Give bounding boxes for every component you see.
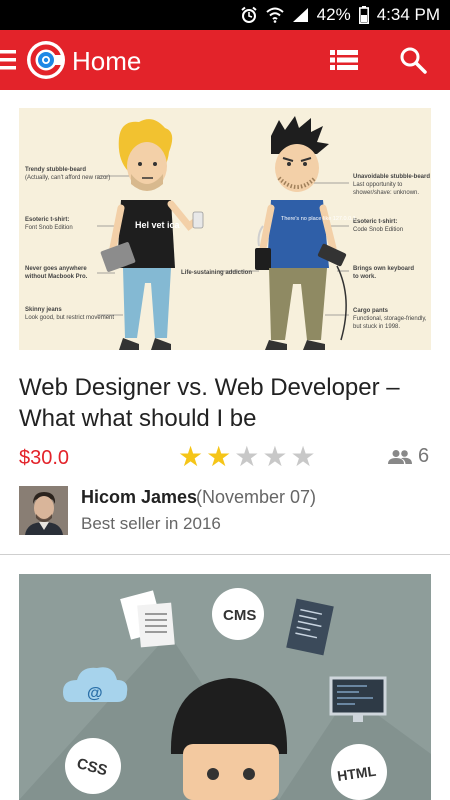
star-icon: ★ [234,441,260,472]
list-view-icon[interactable] [330,48,358,72]
ann-center: Life-sustaining addiction [181,270,252,276]
people-icon [388,449,412,464]
clock: 4:34 PM [376,5,440,24]
status-bar: 42% 4:34 PM [0,0,450,30]
ann-left-2: (Actually, can't afford new razor) [25,175,110,181]
alarm-icon [241,6,257,23]
ann-left-8: Look good, but restrict movement [25,315,114,321]
participants: 6 [388,445,429,468]
ann-left-3: Esoteric t-shirt: [25,217,69,223]
ann-left-6: without Macbook Pro. [24,274,88,280]
ann-right-9: Functional, storage-friendly, [353,316,427,322]
app-logo-icon [27,41,65,79]
ann-right-6: Brings own keyboard [353,266,414,272]
developer-shirt-text: There's no place like 127.0.0.1 [281,216,356,222]
ann-right-8: Cargo pants [353,308,389,314]
designer-shirt-text: Hel vet ica [135,220,181,230]
post-image-web-technologies[interactable]: CMS @ CSS HTML [19,574,431,800]
star-icon: ★ [262,441,288,472]
ann-left-1: Trendy stubble-beard [25,167,86,173]
menu-icon[interactable] [0,48,18,72]
author-avatar[interactable] [19,486,68,535]
battery-icon [358,6,369,24]
ann-right-2: Last opportunity to [353,182,403,188]
author-name[interactable]: Hicom James [81,487,197,508]
star-icon: ★ [178,441,204,472]
ann-left-4: Font Snob Edition [25,225,73,231]
wifi-icon [265,7,284,23]
star-icon: ★ [206,441,232,472]
ann-right-3: shower/shave: unknown. [353,190,419,196]
post-date: (November 07) [196,487,317,507]
battery-percent: 42% [316,5,351,24]
cms-bubble: CMS [223,607,256,624]
app-title: Home [72,46,142,76]
star-icon: ★ [290,441,316,472]
ann-right-7: to work. [353,274,376,280]
person-graphic [170,678,288,800]
rating-stars: ★ ★ ★ ★ ★ [178,442,316,472]
ann-left-7: Skinny jeans [25,307,62,313]
monitor-graphic [329,676,387,722]
signal-icon [292,8,308,22]
search-icon[interactable] [399,46,427,74]
card-divider [0,554,450,555]
feed[interactable]: Trendy stubble-beard (Actually, can't af… [0,90,450,800]
app-bar: Home [0,30,450,90]
ann-right-1: Unavoidable stubble-beard [353,174,430,180]
post-image-designer-vs-developer[interactable]: Trendy stubble-beard (Actually, can't af… [19,108,431,350]
ann-right-4: Esoteric t-shirt: [353,219,397,225]
ann-right-10: but stuck in 1998. [353,324,400,330]
ann-right-5: Code Snob Edition [353,227,403,233]
price: $30.0 [19,447,70,469]
post-title[interactable]: Web Designer vs. Web Developer – What wh… [19,372,431,434]
ann-left-5: Never goes anywhere [25,266,87,272]
avatar-image [19,486,68,535]
at-sign: @ [87,685,103,702]
participants-count: 6 [418,445,430,467]
author-subtitle: Best seller in 2016 [81,514,221,533]
